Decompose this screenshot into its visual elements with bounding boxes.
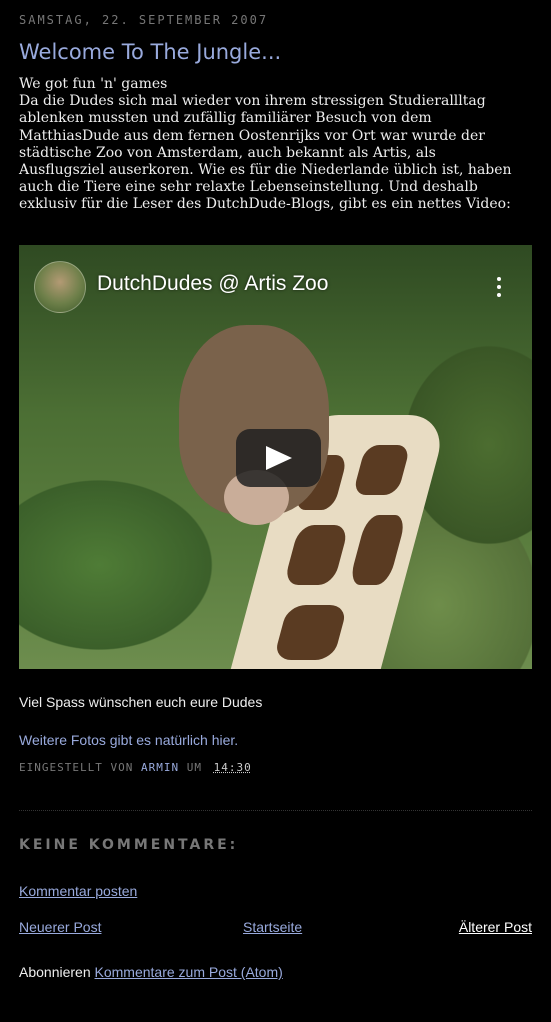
play-button[interactable] (236, 429, 321, 487)
posted-by-label: Eingestellt von (19, 761, 134, 774)
at-label: um (186, 761, 202, 774)
post-time-link[interactable]: 14:30 (214, 761, 252, 774)
post-body-line: städtische Zoo von Amsterdam, auch bekan… (19, 144, 436, 161)
video-title[interactable]: DutchDudes @ Artis Zoo (97, 272, 328, 296)
more-vert-icon[interactable] (497, 277, 502, 297)
post-body-line: ablenken mussten und zufällig familiärer… (19, 110, 432, 127)
post-body-line: Ausflugsziel auserkoren. Wie es für die … (19, 162, 512, 179)
post-body-line: We got fun 'n' games (19, 76, 168, 92)
more-photos-link[interactable]: Weitere Fotos gibt es natürlich hier. (19, 732, 238, 748)
comments-heading: Keine Kommentare: (19, 837, 239, 853)
post-date: Samstag, 22. September 2007 (19, 13, 269, 27)
divider (19, 810, 532, 811)
channel-avatar[interactable] (34, 261, 86, 313)
play-icon (266, 446, 292, 470)
author-link[interactable]: Armin (141, 761, 179, 774)
post-body-line: exklusiv für die Leser des DutchDude-Blo… (19, 196, 511, 213)
post-footer: Eingestellt von Armin um 14:30 (19, 761, 252, 774)
newer-post-link[interactable]: Neuerer Post (19, 919, 101, 935)
subscribe-row: Abonnieren Kommentare zum Post (Atom) (19, 964, 283, 980)
older-post-link[interactable]: Älterer Post (459, 919, 532, 935)
atom-feed-link[interactable]: Kommentare zum Post (Atom) (95, 964, 283, 980)
post-body-line: MatthiasDude aus dem fernen Oostenrijks … (19, 127, 485, 144)
post-comment-link[interactable]: Kommentar posten (19, 883, 137, 899)
post-body: We got fun 'n' games Da die Dudes sich m… (19, 76, 534, 214)
home-link[interactable]: Startseite (243, 919, 302, 935)
subscribe-label: Abonnieren (19, 964, 91, 980)
post-body-line: Da die Dudes sich mal wieder von ihrem s… (19, 93, 486, 110)
post-title[interactable]: Welcome To The Jungle... (19, 40, 281, 64)
embedded-video[interactable]: DutchDudes @ Artis Zoo (19, 245, 532, 669)
post-body-line: auch die Tiere eine sehr relaxte Lebense… (19, 179, 478, 196)
closing-text: Viel Spass wünschen euch eure Dudes (19, 694, 263, 710)
